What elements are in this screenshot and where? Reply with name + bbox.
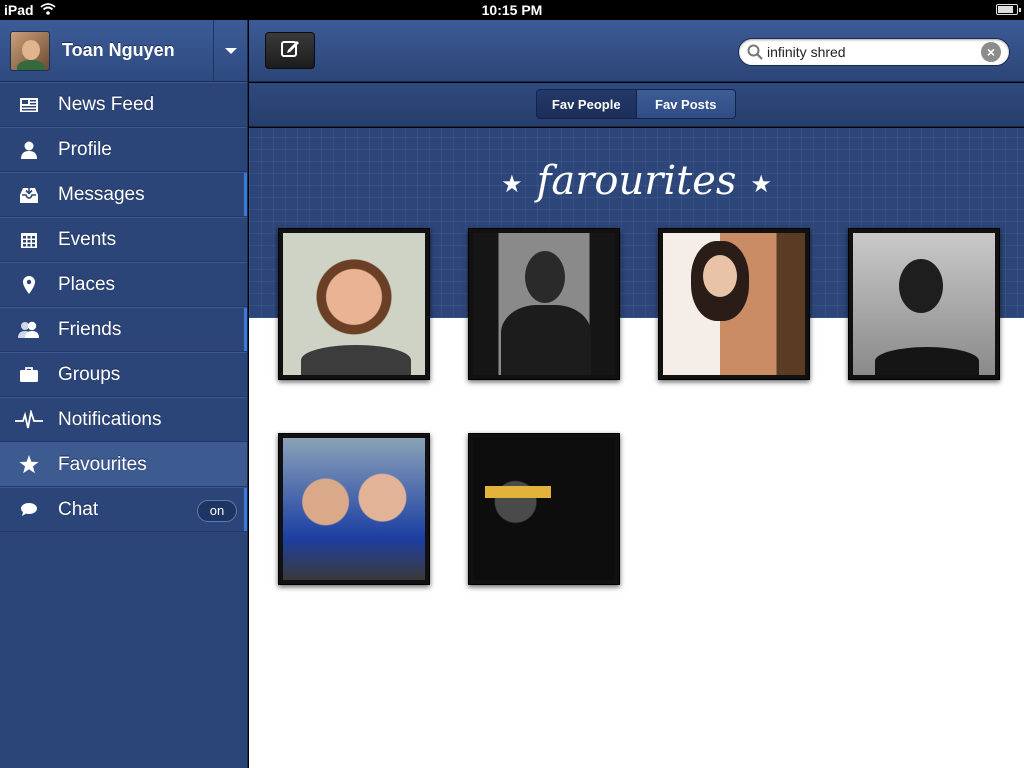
person-photo <box>283 233 425 375</box>
status-bar: iPad 10:15 PM <box>0 0 1024 20</box>
compose-icon <box>280 38 300 63</box>
profile-header[interactable]: Toan Nguyen <box>0 20 247 82</box>
favourite-photo[interactable] <box>468 433 620 585</box>
search-icon <box>743 44 767 60</box>
chevron-down-icon <box>224 48 237 54</box>
status-time: 10:15 PM <box>481 2 543 18</box>
sidebar-item-profile[interactable]: Profile <box>0 127 247 172</box>
sidebar-item-places[interactable]: Places <box>0 262 247 307</box>
briefcase-icon <box>0 366 58 383</box>
sidebar-item-notifications[interactable]: Notifications <box>0 397 247 442</box>
sidebar-item-label: Profile <box>58 138 112 160</box>
sidebar-item-label: Friends <box>58 318 122 340</box>
favourite-photo[interactable] <box>848 228 1000 380</box>
tab-fav-people[interactable]: Fav People <box>537 90 637 118</box>
top-toolbar: × <box>249 20 1024 82</box>
filter-bar: Fav People Fav Posts <box>249 83 1024 127</box>
sidebar-item-chat[interactable]: Chat on <box>0 487 247 532</box>
main-content: ★ farourites ★ <box>249 128 1024 768</box>
star-icon <box>0 455 58 474</box>
favourite-photo[interactable] <box>658 228 810 380</box>
sidebar-item-label: Notifications <box>58 408 162 430</box>
compose-button[interactable] <box>265 32 315 69</box>
inbox-icon <box>0 186 58 204</box>
calendar-icon <box>0 231 58 249</box>
search-bar: × <box>738 38 1010 66</box>
pulse-icon <box>0 409 58 430</box>
battery-icon <box>996 4 1021 15</box>
person-photo <box>473 233 615 375</box>
favourite-photo[interactable] <box>468 228 620 380</box>
unread-marker <box>244 488 247 531</box>
clear-search-icon[interactable]: × <box>981 42 1001 62</box>
sidebar-item-label: Messages <box>58 183 145 205</box>
favourite-photo[interactable] <box>278 228 430 380</box>
sidebar-item-favourites[interactable]: Favourites <box>0 442 247 487</box>
page-title: farourites <box>536 158 737 204</box>
newspaper-icon <box>0 97 58 113</box>
sidebar: Toan Nguyen News Feed Profile Messages E… <box>0 20 248 768</box>
sidebar-item-messages[interactable]: Messages <box>0 172 247 217</box>
sidebar-item-label: Groups <box>58 363 121 385</box>
sidebar-item-label: Places <box>58 273 116 295</box>
person-photo <box>663 233 805 375</box>
person-icon <box>0 141 58 159</box>
artwork-photo <box>473 438 615 580</box>
unread-marker <box>244 308 247 351</box>
segmented-control: Fav People Fav Posts <box>536 89 736 119</box>
sidebar-item-friends[interactable]: Friends <box>0 307 247 352</box>
map-pin-icon <box>0 275 58 295</box>
tab-fav-posts[interactable]: Fav Posts <box>636 90 735 118</box>
star-icon: ★ <box>501 170 523 198</box>
profile-menu-button[interactable] <box>213 20 247 82</box>
sidebar-item-label: Events <box>58 228 117 250</box>
sidebar-item-groups[interactable]: Groups <box>0 352 247 397</box>
person-photo <box>853 233 995 375</box>
profile-name: Toan Nguyen <box>62 40 175 60</box>
person-photo <box>283 438 425 580</box>
sidebar-item-label: Favourites <box>58 453 147 475</box>
chat-toggle[interactable]: on <box>197 500 237 522</box>
favourite-photo[interactable] <box>278 433 430 585</box>
sidebar-item-events[interactable]: Events <box>0 217 247 262</box>
avatar[interactable] <box>10 30 50 71</box>
sidebar-item-news-feed[interactable]: News Feed <box>0 82 247 127</box>
sidebar-item-label: Chat <box>58 498 99 520</box>
sidebar-item-label: News Feed <box>58 93 155 115</box>
search-input[interactable] <box>767 44 977 60</box>
star-icon: ★ <box>750 170 772 198</box>
people-icon <box>0 321 58 339</box>
unread-marker <box>244 173 247 216</box>
chat-bubble-icon <box>0 502 58 517</box>
